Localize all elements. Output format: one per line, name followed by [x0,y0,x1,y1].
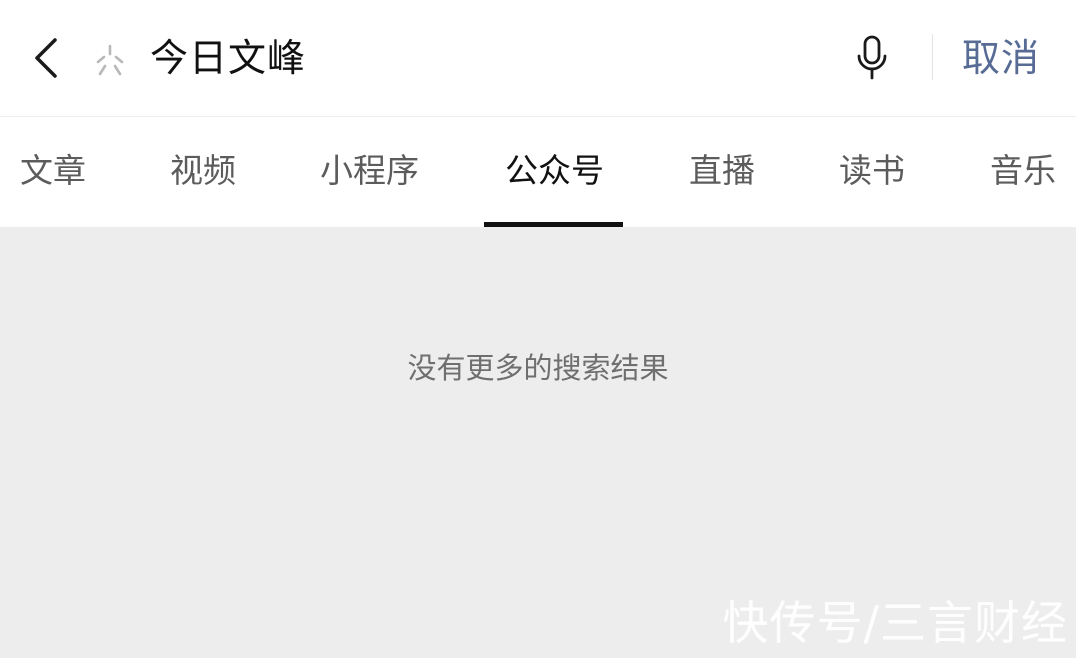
chevron-left-icon [35,38,57,78]
search-bar: 今日文峰 取消 [0,0,1076,116]
cancel-button[interactable]: 取消 [962,30,1040,86]
active-tab-indicator [484,222,623,227]
tab-music[interactable]: 音乐 [990,117,1056,227]
search-input[interactable]: 今日文峰 [150,30,306,86]
back-button[interactable] [26,34,66,82]
tab-books[interactable]: 读书 [839,117,905,227]
tab-official-accounts[interactable]: 公众号 [505,117,604,227]
loading-spinner-icon [90,40,130,80]
tab-mini-programs[interactable]: 小程序 [320,117,419,227]
searchbar-divider [932,34,933,80]
tab-live[interactable]: 直播 [689,117,755,227]
voice-search-button[interactable] [850,32,894,84]
category-tabs: 文章 视频 小程序 公众号 直播 读书 音乐 [0,117,1076,227]
microphone-icon [857,35,887,80]
empty-results-message: 没有更多的搜索结果 [407,351,669,385]
tab-videos[interactable]: 视频 [170,117,236,227]
tab-articles[interactable]: 文章 [20,117,86,227]
watermark: 快传号/三言财经 [722,596,1068,650]
search-screen: 今日文峰 取消 文章 视频 小程序 公众号 直播 读书 音乐 没有更多的搜索结果… [0,0,1076,658]
